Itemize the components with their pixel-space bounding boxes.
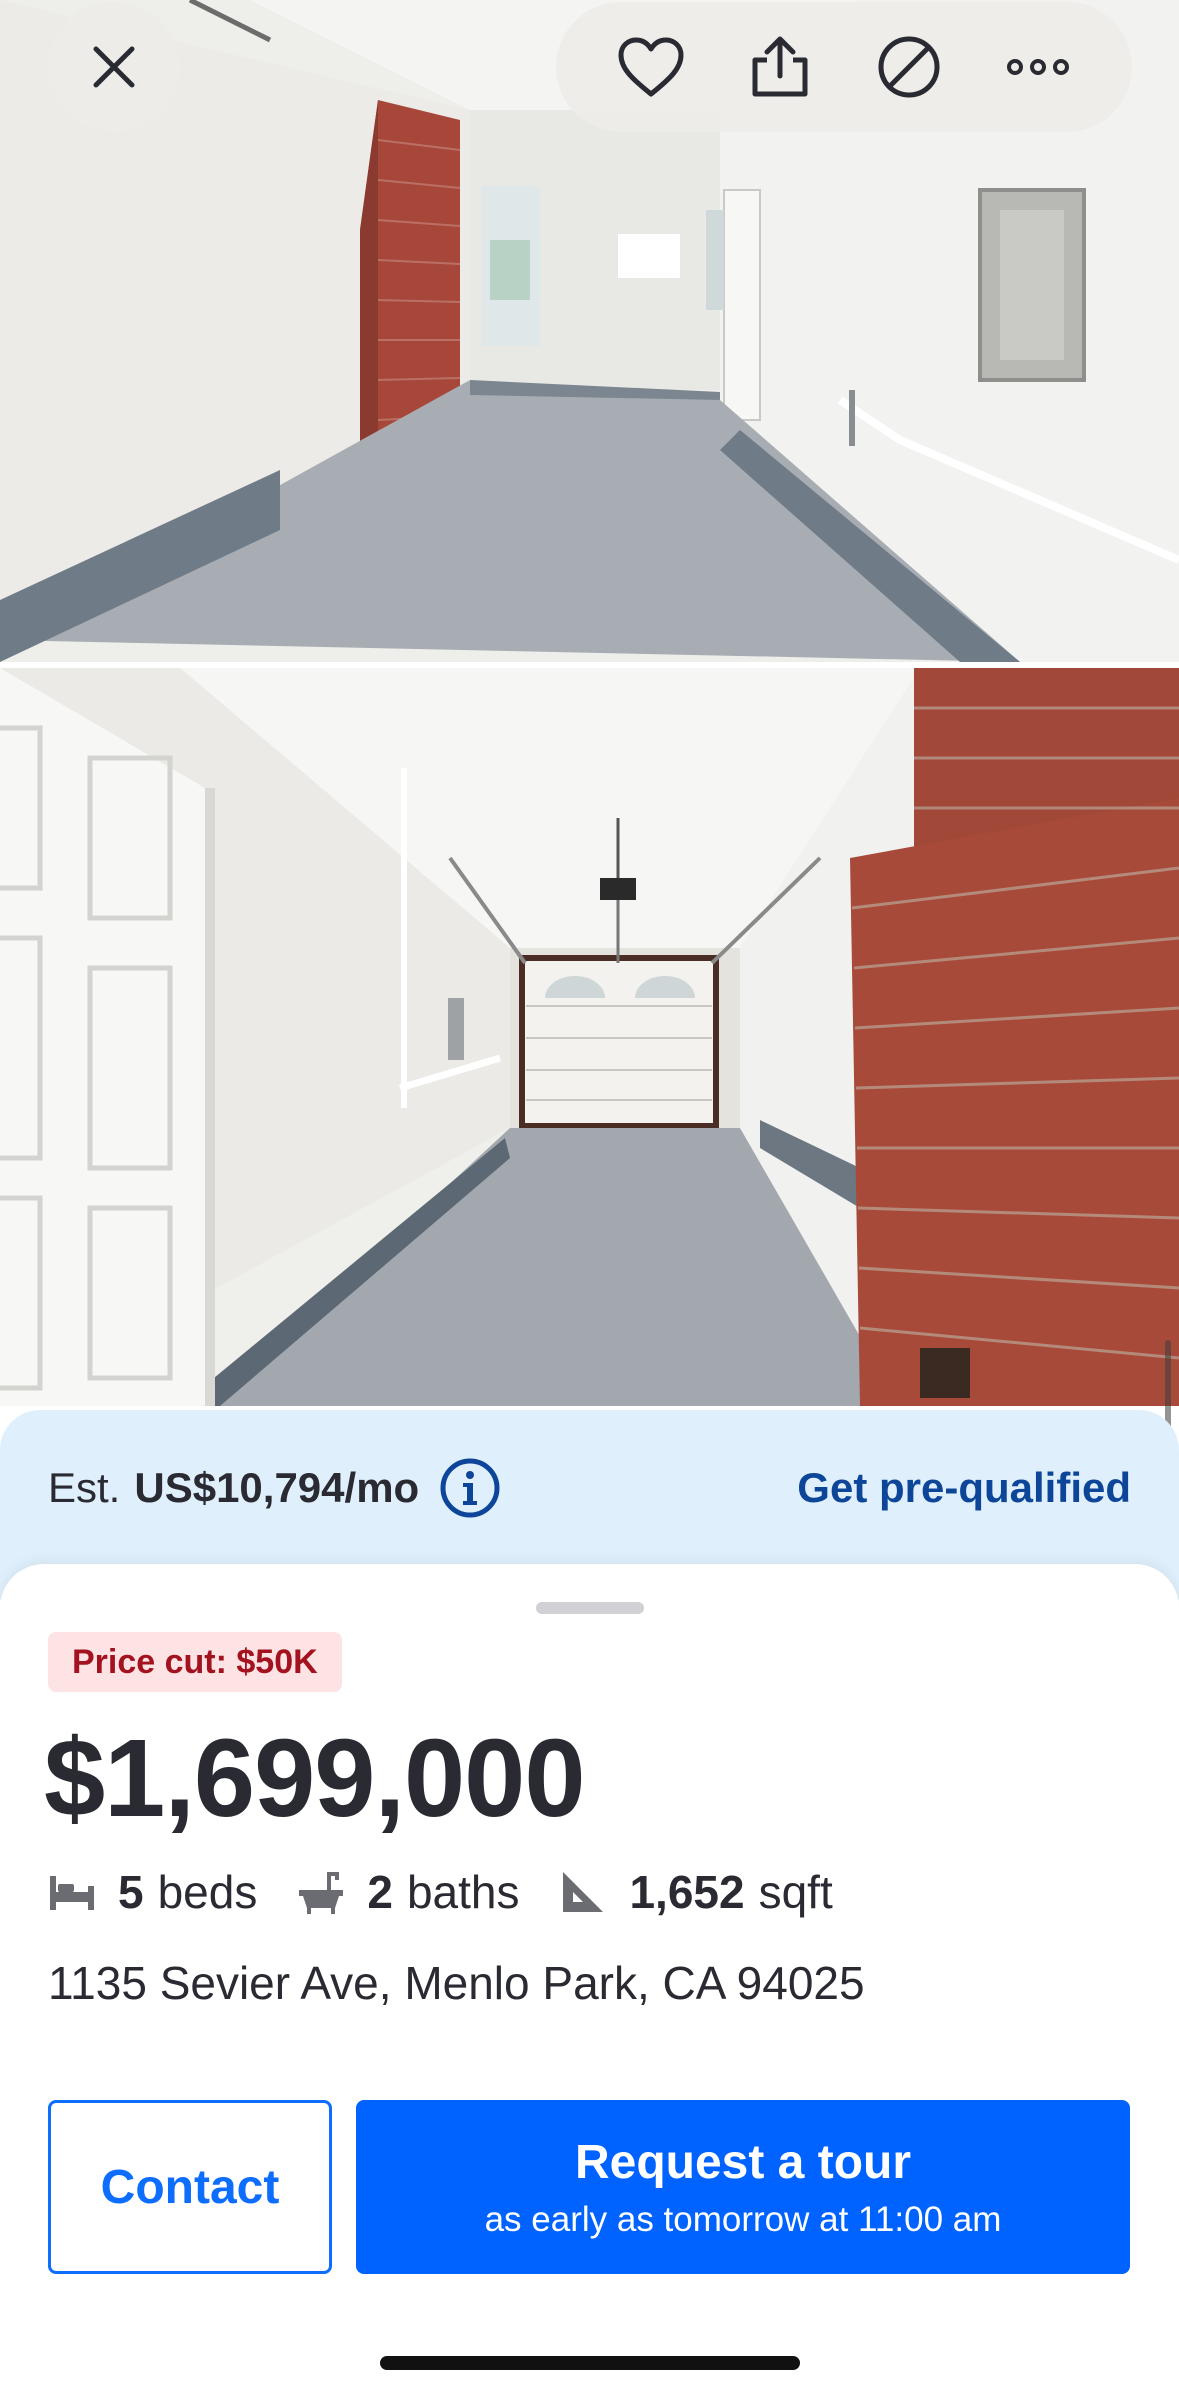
request-tour-button[interactable]: Request a tour as early as tomorrow at 1… xyxy=(356,2100,1130,2274)
sqft-fact: 1,652 sqft xyxy=(559,1865,833,1919)
contact-button[interactable]: Contact xyxy=(48,2100,332,2274)
bathtub-icon xyxy=(299,1872,344,1914)
hide-icon xyxy=(878,36,939,98)
sqft-label: sqft xyxy=(758,1866,833,1918)
home-indicator[interactable] xyxy=(380,2356,800,2370)
listing-address: 1135 Sevier Ave, Menlo Park, CA 94025 xyxy=(48,1957,865,2009)
estimate-amount: US$10,794/mo xyxy=(134,1464,420,1511)
sheet-grabber[interactable] xyxy=(536,1602,644,1614)
photo-scrollbar[interactable] xyxy=(1165,1340,1171,1430)
ruler-triangle-icon xyxy=(563,1872,604,1912)
baths-label: baths xyxy=(406,1866,520,1918)
more-icon xyxy=(1006,59,1069,75)
request-tour-label: Request a tour xyxy=(574,2135,912,2189)
more-button[interactable] xyxy=(993,22,1083,112)
request-tour-subtext: as early as tomorrow at 11:00 am xyxy=(484,2199,1002,2239)
heart-icon xyxy=(618,37,683,97)
listing-summary-sheet: Price cut: $50K $1,699,000 5 beds 2 bath… xyxy=(0,1564,1179,2396)
beds-fact: 5 beds xyxy=(48,1865,257,1919)
bed-icon xyxy=(50,1876,94,1910)
photo-actions-toolbar xyxy=(556,2,1132,132)
get-prequalified-link[interactable]: Get pre-qualified xyxy=(797,1458,1131,1518)
listing-photo-2[interactable] xyxy=(0,668,1179,1406)
monthly-estimate: Est. US$10,794/mo xyxy=(48,1458,501,1518)
close-button[interactable] xyxy=(48,2,180,132)
hide-button[interactable] xyxy=(864,22,954,112)
price-cut-badge: Price cut: $50K xyxy=(48,1632,342,1692)
info-icon[interactable] xyxy=(439,1457,501,1519)
share-button[interactable] xyxy=(735,22,825,112)
save-button[interactable] xyxy=(606,22,696,112)
beds-value: 5 xyxy=(118,1866,144,1918)
beds-label: beds xyxy=(157,1866,258,1918)
share-icon xyxy=(752,36,807,97)
sqft-value: 1,652 xyxy=(629,1866,745,1918)
close-icon xyxy=(93,46,135,88)
listing-price: $1,699,000 xyxy=(44,1717,586,1840)
estimate-prefix: Est. xyxy=(48,1464,121,1511)
baths-value: 2 xyxy=(367,1866,393,1918)
baths-fact: 2 baths xyxy=(297,1865,519,1919)
home-facts: 5 beds 2 baths 1,652 sqft xyxy=(48,1864,873,1920)
